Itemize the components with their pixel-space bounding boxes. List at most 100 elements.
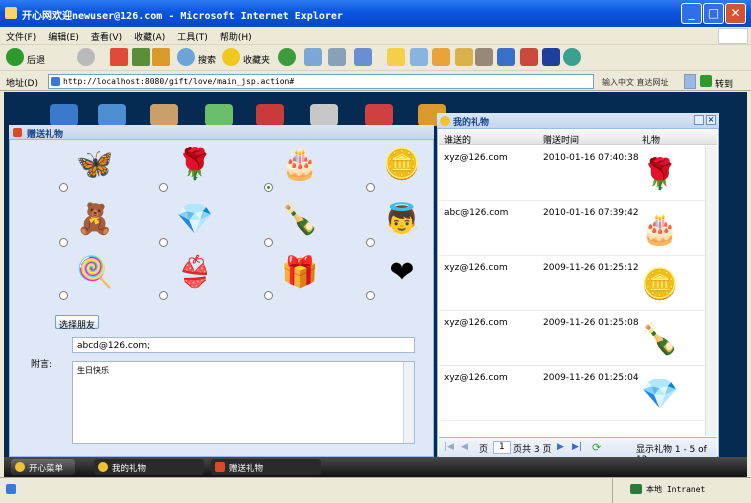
stop-icon[interactable]: [110, 48, 128, 66]
search-icon[interactable]: [177, 48, 195, 66]
note-icon[interactable]: [387, 48, 405, 66]
start-menu-button[interactable]: 开心菜单: [11, 459, 75, 475]
close-panel-button[interactable]: ×: [706, 115, 716, 125]
menu-favorites[interactable]: 收藏(A): [128, 27, 171, 46]
last-page-icon[interactable]: ▶|: [572, 442, 582, 452]
my-gifts-title: 我的礼物: [453, 118, 490, 128]
heart-balloon-gift-radio[interactable]: [366, 291, 375, 300]
gold-ingot-gift-radio[interactable]: [366, 183, 375, 192]
go-button[interactable]: 转到: [715, 77, 733, 90]
menu-view[interactable]: 查看(V): [85, 27, 128, 46]
refresh-icon[interactable]: ⟳: [592, 441, 601, 454]
desktop-app-icon[interactable]: [256, 104, 284, 126]
lollipop-gift-icon[interactable]: 🍭: [75, 253, 115, 293]
tool-icon[interactable]: [432, 48, 450, 66]
pillow-gift-icon[interactable]: 🎁: [280, 253, 320, 293]
textarea-scrollbar[interactable]: [403, 362, 414, 443]
desktop-app-icon[interactable]: [365, 104, 393, 126]
teddy-bear-gift-icon[interactable]: 🧸: [75, 200, 115, 240]
bluetooth-icon[interactable]: [542, 48, 560, 66]
favorites-icon[interactable]: [222, 48, 240, 66]
favorites-label[interactable]: 收藏夹: [243, 53, 270, 66]
research-icon[interactable]: [475, 48, 493, 66]
column-time[interactable]: 赠送时间: [543, 133, 579, 146]
prev-page-icon[interactable]: ◀: [461, 442, 468, 452]
table-row[interactable]: xyz@126.com 2009-11-26 01:25:12 🪙: [439, 256, 705, 311]
column-gift[interactable]: 礼物: [642, 133, 660, 146]
menu-edit[interactable]: 编辑(E): [42, 27, 85, 46]
diamond-gift-icon[interactable]: 💎: [175, 200, 215, 240]
go-icon[interactable]: [700, 75, 712, 87]
butterfly-gift-icon[interactable]: 🦋: [75, 145, 115, 185]
page-input[interactable]: 1: [493, 441, 511, 454]
table-row[interactable]: xyz@126.com 2010-01-16 07:40:38 🌹: [439, 146, 705, 201]
underwear-gift-radio[interactable]: [159, 291, 168, 300]
minimize-panel-button[interactable]: [694, 115, 704, 125]
search-hint[interactable]: 输入中文 直达网址: [602, 77, 669, 88]
history-icon[interactable]: [278, 48, 296, 66]
champagne-gift-icon[interactable]: 🍾: [280, 200, 320, 240]
start-menu-label: 开心菜单: [29, 464, 64, 474]
menu-help[interactable]: 帮助(H): [214, 27, 258, 46]
minimize-button[interactable]: _: [681, 3, 702, 24]
next-page-icon[interactable]: ▶: [557, 442, 564, 452]
messenger-icon[interactable]: [410, 48, 428, 66]
close-button[interactable]: ✕: [725, 3, 746, 24]
underwear-gift-icon[interactable]: 👙: [175, 253, 215, 293]
page-total: 页共 3 页: [513, 445, 552, 455]
mail-icon[interactable]: [304, 48, 322, 66]
address-input[interactable]: http://localhost:8080/gift/love/main_jsp…: [48, 74, 594, 89]
champagne-gift-radio[interactable]: [264, 238, 273, 247]
maximize-button[interactable]: □: [703, 3, 724, 24]
gift-icon: [215, 462, 225, 472]
task-my-gifts-label: 我的礼物: [112, 464, 147, 474]
recipients-input[interactable]: abcd@126.com;: [72, 337, 415, 353]
pillow-gift-radio[interactable]: [264, 291, 273, 300]
column-sender[interactable]: 谁送的: [444, 133, 471, 146]
window-title: 开心网欢迎newuser@126.com - Microsoft Interne…: [22, 11, 343, 22]
address-dropdown[interactable]: [684, 74, 696, 89]
menu-tools[interactable]: 工具(T): [171, 27, 214, 46]
table-row[interactable]: xyz@126.com 2009-11-26 01:25:04 💎: [439, 366, 705, 421]
message-textarea[interactable]: 生日快乐: [72, 361, 415, 444]
table-row[interactable]: abc@126.com 2010-01-16 07:39:42 🎂: [439, 201, 705, 256]
refresh-icon[interactable]: [132, 48, 150, 66]
desktop-app-icon[interactable]: [310, 104, 338, 126]
teddy-bear-gift-radio[interactable]: [59, 238, 68, 247]
cake-gift-radio[interactable]: [264, 183, 273, 192]
home-icon[interactable]: [152, 48, 170, 66]
menu-file[interactable]: 文件(F): [0, 27, 42, 46]
task-my-gifts[interactable]: 我的礼物: [94, 459, 204, 475]
row-time: 2009-11-26 01:25:04: [543, 373, 639, 383]
first-page-icon[interactable]: |◀: [444, 442, 454, 452]
gold-ingot-gift-icon[interactable]: 🪙: [382, 145, 422, 185]
print-icon[interactable]: [328, 48, 346, 66]
heart-balloon-gift-icon[interactable]: ❤: [382, 253, 422, 293]
qq-icon[interactable]: [520, 48, 538, 66]
task-send-gift[interactable]: 赠送礼物: [211, 459, 321, 475]
desktop-app-icon[interactable]: [50, 104, 78, 126]
choose-friend-button[interactable]: 选择朋友: [55, 315, 99, 331]
cupid-gift-radio[interactable]: [366, 238, 375, 247]
title-bar: 开心网欢迎newuser@126.com - Microsoft Interne…: [0, 0, 751, 27]
butterfly-gift-radio[interactable]: [59, 183, 68, 192]
desktop-app-icon[interactable]: [150, 104, 178, 126]
edit-icon[interactable]: [354, 48, 372, 66]
back-icon[interactable]: [6, 48, 24, 66]
rose-gift-icon[interactable]: 🌹: [175, 145, 215, 185]
forward-icon[interactable]: [77, 48, 95, 66]
table-scrollbar[interactable]: [705, 146, 717, 436]
back-label[interactable]: 后退: [27, 53, 45, 66]
search-label[interactable]: 搜索: [198, 53, 216, 66]
desktop-app-icon[interactable]: [98, 104, 126, 126]
cupid-gift-icon[interactable]: 👼: [382, 200, 422, 240]
translate-icon[interactable]: [497, 48, 515, 66]
plugin-icon[interactable]: [455, 48, 473, 66]
desktop-app-icon[interactable]: [205, 104, 233, 126]
lollipop-gift-radio[interactable]: [59, 291, 68, 300]
cake-gift-icon[interactable]: 🎂: [280, 145, 320, 185]
diamond-gift-radio[interactable]: [159, 238, 168, 247]
msn-icon[interactable]: [563, 48, 581, 66]
rose-gift-radio[interactable]: [159, 183, 168, 192]
table-row[interactable]: xyz@126.com 2009-11-26 01:25:08 🍾: [439, 311, 705, 366]
